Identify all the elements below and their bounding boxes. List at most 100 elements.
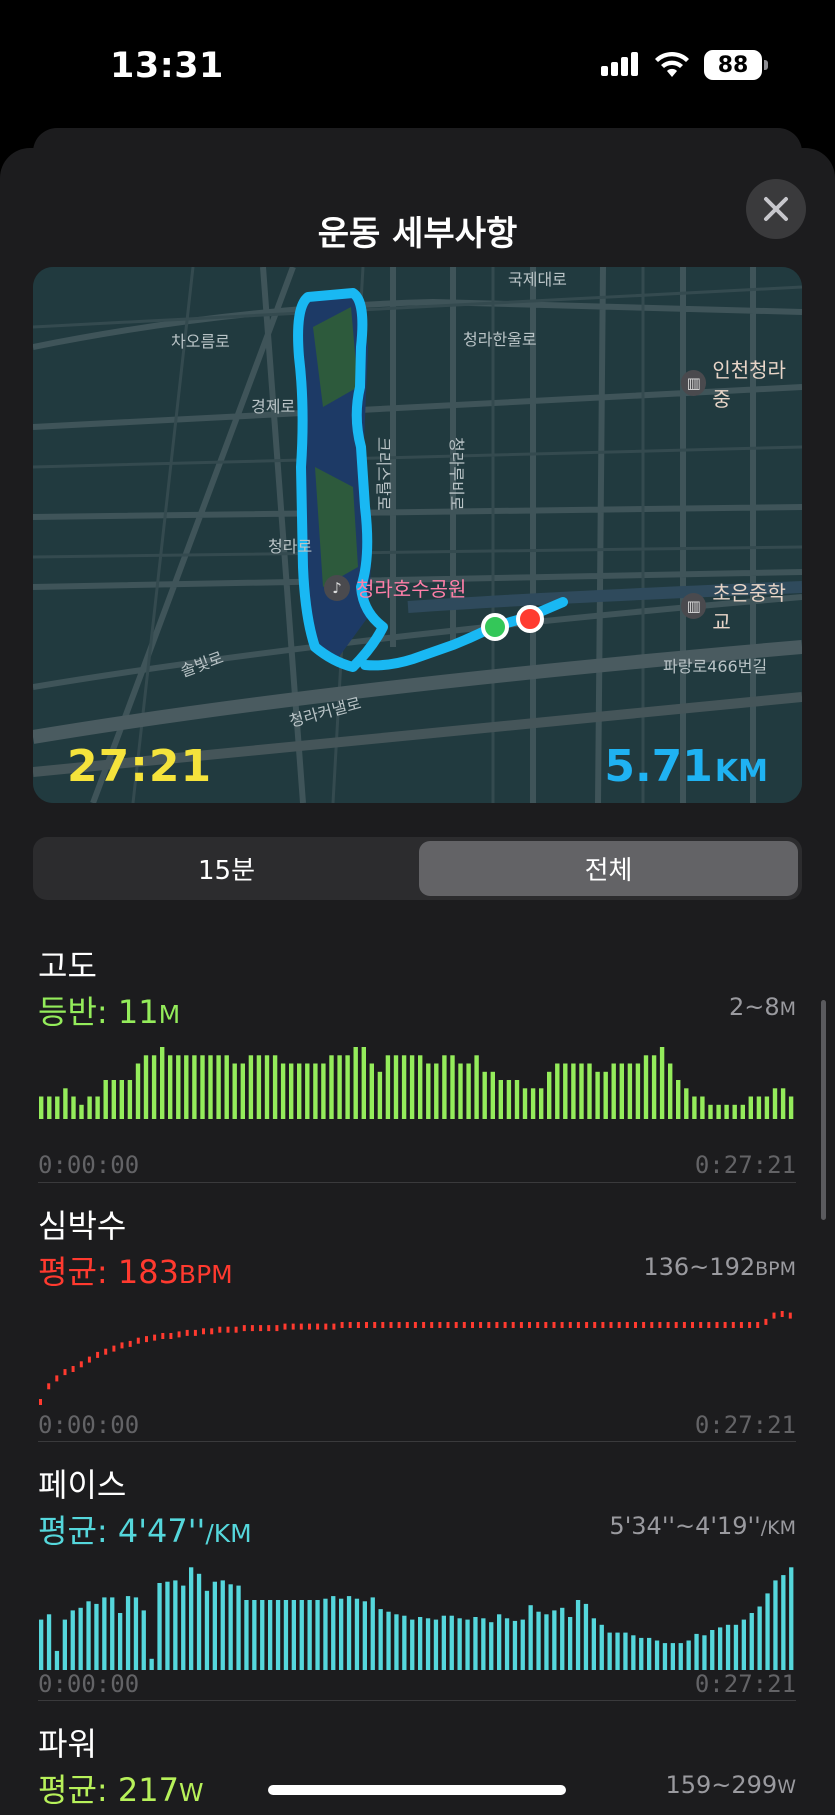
chart-bar	[181, 1585, 186, 1670]
wifi-icon	[655, 51, 689, 77]
divider	[38, 1700, 796, 1701]
segmented-control: 15분 전체	[33, 837, 802, 900]
chart-bar	[86, 1601, 91, 1670]
axis-end: 0:27:21	[694, 1411, 796, 1439]
chart-bar	[716, 1104, 721, 1119]
chart-bar	[196, 1573, 202, 1670]
chart-bar	[39, 1619, 44, 1670]
chart-point	[528, 1322, 531, 1328]
chart-bar	[748, 1096, 753, 1119]
chart-point	[226, 1326, 230, 1333]
poi-marker-1[interactable]: ▥ 인천청라중	[681, 354, 802, 412]
chart-bar	[473, 1617, 478, 1670]
chart-bar	[490, 1071, 495, 1119]
poi-marker-2[interactable]: ▥ 초은중학교	[681, 577, 802, 635]
chart-bar	[168, 1055, 173, 1119]
battery-icon: 88	[704, 50, 768, 80]
chart-point	[365, 1322, 368, 1328]
chart-bar	[710, 1630, 715, 1670]
chart-point	[519, 1322, 523, 1328]
map-canvas: 국제대로 차오름로 청라한울로 경제로 크리스탈로 청라루비로 청라로 솔빛로 …	[33, 267, 802, 803]
chart-point	[593, 1322, 597, 1328]
chart-bar	[647, 1637, 652, 1670]
chart-bar	[627, 1063, 633, 1119]
chart-point	[291, 1323, 295, 1330]
chart-bar	[79, 1104, 84, 1119]
chart-bar	[216, 1055, 221, 1119]
chart-point	[511, 1322, 515, 1328]
chart-bar	[102, 1597, 107, 1670]
chart-bar	[369, 1063, 374, 1119]
segment-15min[interactable]: 15분	[37, 841, 416, 896]
chart-bar	[654, 1640, 660, 1670]
chart-bar	[291, 1600, 296, 1670]
chart-bar	[552, 1610, 557, 1670]
close-button[interactable]	[746, 179, 806, 239]
svg-text:청라루비로: 청라루비로	[447, 437, 466, 511]
chart-bar	[62, 1619, 67, 1670]
chart-bar	[591, 1618, 596, 1670]
chart-bar	[607, 1632, 612, 1670]
chart-point	[324, 1323, 328, 1330]
chart-bar	[70, 1610, 75, 1670]
chart-bar	[568, 1617, 573, 1670]
pace-section: 페이스 평균: 4'47''/KM 5'34''~4'19''/KM 0:00:…	[38, 1460, 796, 1698]
scroll-indicator[interactable]	[821, 1000, 826, 1220]
chart-bar	[772, 1088, 778, 1119]
school-icon: ▥	[681, 593, 707, 619]
chart-point	[479, 1322, 483, 1328]
workout-detail-sheet: 운동 세부사항 국제대로 차오름로 청라한울로 경제로 크리스탈로 청라루비로 …	[0, 148, 835, 1815]
home-indicator[interactable]	[268, 1785, 566, 1795]
chart-bar	[220, 1580, 225, 1670]
chart-bar	[313, 1063, 318, 1119]
chart-bar	[283, 1600, 289, 1670]
chart-point	[748, 1322, 752, 1328]
chart-bar	[165, 1581, 170, 1670]
chart-bar	[329, 1055, 334, 1119]
chart-point	[275, 1325, 279, 1332]
chart-bar	[497, 1614, 502, 1670]
chart-bar	[299, 1600, 304, 1670]
chart-point	[242, 1325, 246, 1332]
chart-point	[650, 1322, 654, 1328]
chart-point	[120, 1342, 124, 1349]
chart-point	[625, 1322, 629, 1328]
chart-point	[316, 1323, 320, 1330]
segment-all[interactable]: 전체	[419, 841, 798, 896]
chart-bar	[133, 1597, 139, 1670]
chart-bar	[256, 1055, 262, 1119]
chart-bar	[280, 1063, 286, 1119]
svg-text:국제대로: 국제대로	[508, 270, 567, 289]
chart-bar	[733, 1624, 739, 1670]
metric-range: 159~299W	[665, 1771, 796, 1799]
chart-point	[739, 1322, 743, 1328]
chart-bar	[275, 1600, 281, 1670]
chart-bar	[522, 1088, 528, 1119]
chart-bar	[204, 1590, 210, 1670]
route-map[interactable]: 국제대로 차오름로 청라한울로 경제로 크리스탈로 청라루비로 청라로 솔빛로 …	[33, 267, 802, 803]
chart-bar	[651, 1055, 657, 1119]
chart-point	[585, 1322, 589, 1328]
chart-bar	[346, 1596, 352, 1670]
chart-bar	[260, 1600, 265, 1670]
park-marker[interactable]: ♪ 청라호수공원	[324, 573, 466, 602]
chart-point	[699, 1322, 703, 1328]
chart-point	[731, 1322, 735, 1328]
chart-bar	[708, 1104, 713, 1119]
chart-bar	[676, 1080, 681, 1119]
chart-bar	[764, 1096, 770, 1119]
chart-bar	[377, 1071, 383, 1119]
chart-bar	[781, 1575, 786, 1670]
music-note-icon: ♪	[324, 574, 350, 601]
chart-bar	[160, 1047, 165, 1119]
chart-point	[405, 1322, 409, 1328]
axis-start: 0:00:00	[38, 1151, 140, 1179]
chart-bar	[87, 1096, 92, 1119]
chart-bar	[757, 1606, 762, 1670]
chart-bar	[208, 1055, 213, 1119]
chart-bar	[718, 1627, 723, 1670]
chart-bar	[54, 1650, 60, 1670]
chart-bar	[149, 1658, 154, 1670]
chart-point	[764, 1318, 768, 1325]
axis-end: 0:27:21	[694, 1670, 796, 1698]
